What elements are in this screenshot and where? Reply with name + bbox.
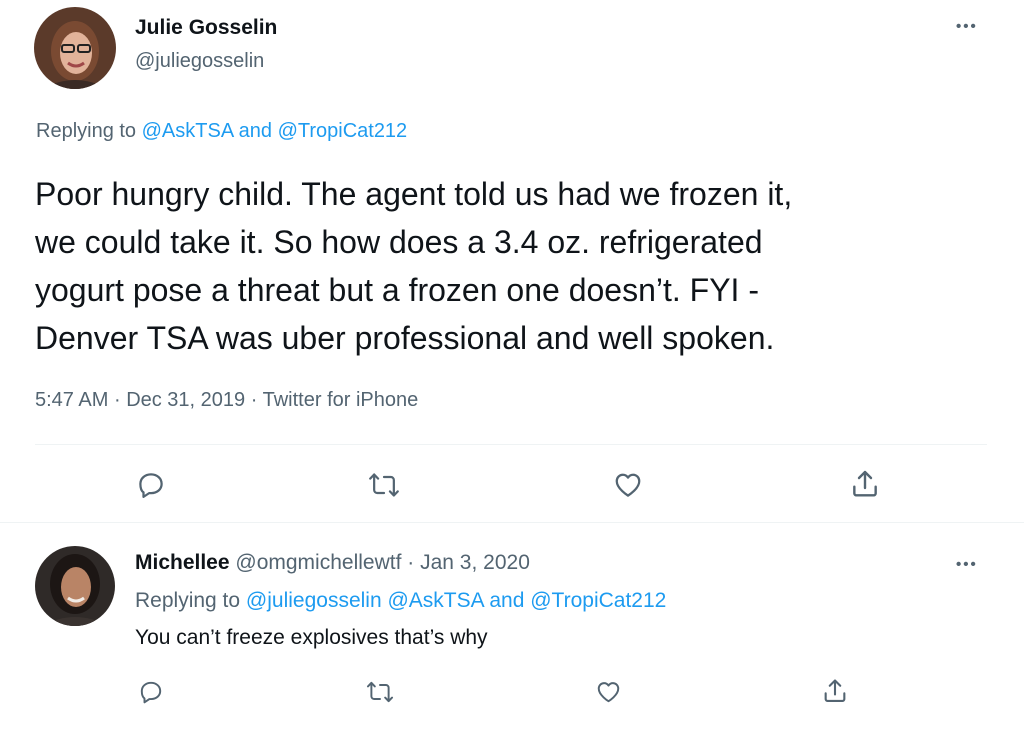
tweet-time[interactable]: 5:47 AM xyxy=(35,389,108,411)
tweet-source[interactable]: Twitter for iPhone xyxy=(263,389,419,411)
replying-to-label: Replying to xyxy=(36,120,137,142)
avatar[interactable] xyxy=(34,7,116,89)
author-handle[interactable]: @juliegosselin xyxy=(135,50,264,73)
tweet-text-line: yogurt pose a threat but a frozen one do… xyxy=(35,272,759,308)
replying-to: Replying to @juliegosselin @AskTSA and @… xyxy=(135,589,666,613)
tweet-text-line: we could take it. So how does a 3.4 oz. … xyxy=(35,224,763,260)
mention-link[interactable]: @AskTSA xyxy=(142,120,233,142)
more-icon[interactable]: ••• xyxy=(956,18,978,35)
meta-separator: · xyxy=(407,551,415,574)
tweet-text-line: Poor hungry child. The agent told us had… xyxy=(35,176,793,212)
meta-separator: · xyxy=(250,389,258,411)
like-icon[interactable] xyxy=(612,470,644,500)
avatar[interactable] xyxy=(35,546,115,626)
divider xyxy=(0,522,1024,523)
mention-link[interactable]: @juliegosselin xyxy=(246,589,382,612)
retweet-icon[interactable] xyxy=(366,679,394,705)
mention-link[interactable]: @TropiCat212 xyxy=(530,589,666,612)
mention-joiner: and xyxy=(489,589,525,612)
tweet-date[interactable]: Dec 31, 2019 xyxy=(126,389,245,411)
tweet-text: Poor hungry child. The agent told us had… xyxy=(35,170,792,362)
mention-joiner: and xyxy=(238,120,272,142)
divider xyxy=(35,444,987,445)
replying-to: Replying to @AskTSA and @TropiCat212 xyxy=(36,120,407,143)
more-icon[interactable]: ••• xyxy=(956,556,978,573)
author-handle[interactable]: @omgmichellewtf xyxy=(235,551,401,574)
mention-link[interactable]: @AskTSA xyxy=(387,589,483,612)
meta-separator: · xyxy=(113,389,121,411)
mention-link[interactable]: @TropiCat212 xyxy=(278,120,408,142)
reply-icon[interactable] xyxy=(136,470,166,500)
like-icon[interactable] xyxy=(595,679,622,705)
reply-icon[interactable] xyxy=(138,679,164,705)
tweet-meta: 5:47 AM · Dec 31, 2019 · Twitter for iPh… xyxy=(35,389,418,412)
replying-to-label: Replying to xyxy=(135,589,241,612)
tweet-date[interactable]: Jan 3, 2020 xyxy=(420,551,530,574)
author-name[interactable]: Michellee xyxy=(135,551,230,574)
retweet-icon[interactable] xyxy=(368,470,400,500)
reply-header: Michellee @omgmichellewtf · Jan 3, 2020 xyxy=(135,551,530,575)
tweet-text: You can’t freeze explosives that’s why xyxy=(135,626,488,649)
author-name[interactable]: Julie Gosselin xyxy=(135,16,277,40)
tweet-text-line: Denver TSA was uber professional and wel… xyxy=(35,320,775,356)
share-icon[interactable] xyxy=(849,468,881,500)
share-icon[interactable] xyxy=(821,677,849,705)
